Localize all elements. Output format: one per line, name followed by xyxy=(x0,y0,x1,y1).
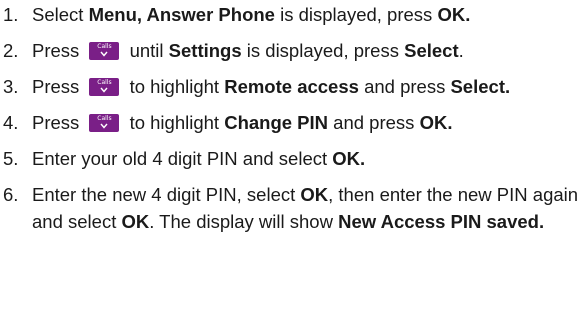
calls-down-key-icon: Calls xyxy=(89,77,120,96)
menu-answer-phone-label: Menu, Answer Phone xyxy=(88,4,275,25)
select-label: Select xyxy=(404,40,459,61)
step-5: 5. Enter your old 4 digit PIN and select… xyxy=(0,145,582,172)
new-access-pin-saved-label: New Access PIN saved xyxy=(338,211,539,232)
remote-access-label: Remote access xyxy=(224,76,359,97)
step-2: 2. Press Calls until Settings is display… xyxy=(0,37,582,64)
instruction-steps: 1. Select Menu, Answer Phone is displaye… xyxy=(0,0,582,320)
ok-label: OK xyxy=(300,184,329,205)
step-6: 6. Enter the new 4 digit PIN, select OK,… xyxy=(0,181,582,235)
step-text: Enter the new 4 digit PIN, select OK, th… xyxy=(32,184,579,232)
select-label: Select xyxy=(450,76,505,97)
ok-label: OK xyxy=(121,211,150,232)
step-4: 4. Press Calls to highlight Change PIN a… xyxy=(0,109,582,136)
step-text: Select Menu, Answer Phone is displayed, … xyxy=(32,4,471,25)
step-number: 2. xyxy=(3,40,19,61)
step-text: Press Calls until Settings is displayed,… xyxy=(32,40,464,61)
ok-label: OK xyxy=(419,112,448,133)
step-number: 5. xyxy=(3,148,19,169)
step-3: 3. Press Calls to highlight Remote acces… xyxy=(0,73,582,100)
step-number: 3. xyxy=(3,76,19,97)
calls-down-key-icon: Calls xyxy=(89,41,120,60)
step-text: Press Calls to highlight Remote access a… xyxy=(32,76,511,97)
step-text: Press Calls to highlight Change PIN and … xyxy=(32,112,453,133)
step-number: 6. xyxy=(3,184,19,205)
step-number: 4. xyxy=(3,112,19,133)
ok-label: OK xyxy=(332,148,361,169)
step-1: 1. Select Menu, Answer Phone is displaye… xyxy=(0,1,582,28)
ok-label: OK xyxy=(437,4,466,25)
step-text: Enter your old 4 digit PIN and select OK… xyxy=(32,148,366,169)
change-pin-label: Change PIN xyxy=(224,112,329,133)
calls-down-key-icon: Calls xyxy=(89,113,120,132)
step-number: 1. xyxy=(3,4,19,25)
settings-label: Settings xyxy=(168,40,242,61)
